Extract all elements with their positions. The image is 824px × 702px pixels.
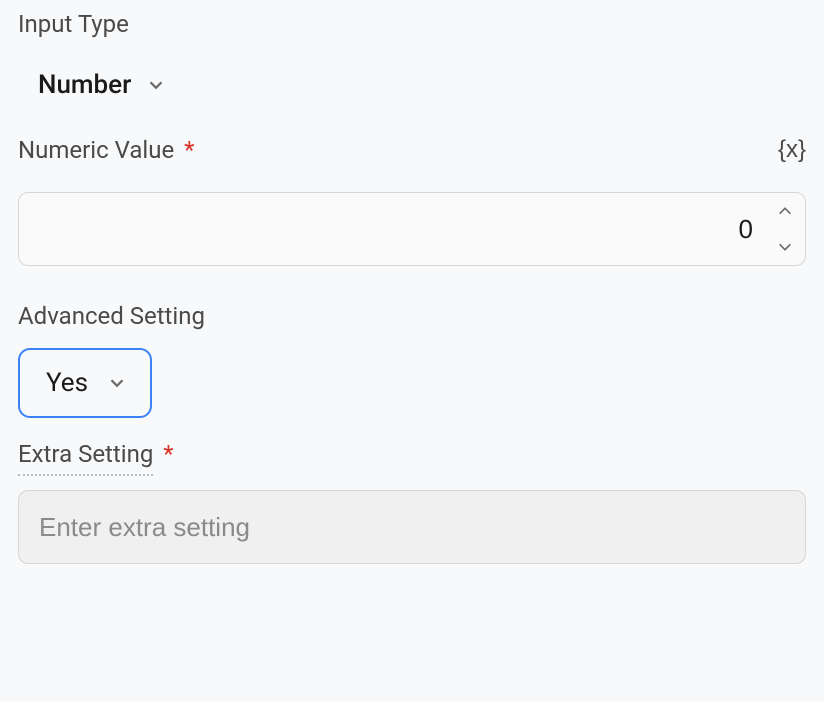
label-extra-setting: Extra Setting [18,440,153,476]
chevron-down-icon [777,241,793,253]
chevron-down-icon [106,372,128,394]
label-numeric-value: Numeric Value [18,136,174,164]
label-row-advanced-setting: Advanced Setting [18,302,806,330]
label-input-type: Input Type [18,10,129,38]
variable-icon[interactable]: {x} [778,136,806,164]
chevron-down-icon [145,74,167,96]
label-row-numeric-value: Numeric Value * {x} [18,136,806,164]
required-indicator: * [184,136,194,164]
select-input-type[interactable]: Number [18,62,171,108]
select-input-type-value: Number [38,70,131,100]
field-extra-setting: Extra Setting * [18,440,806,564]
label-wrap-numeric: Numeric Value * [18,136,195,164]
stepper-up-button[interactable] [764,193,805,229]
numeric-input-wrap [18,192,806,266]
field-numeric-value: Numeric Value * {x} [18,136,806,266]
label-row-extra-setting: Extra Setting * [18,440,806,476]
quantity-stepper [763,193,805,265]
chevron-up-icon [777,205,793,217]
select-advanced-setting-value: Yes [46,368,88,398]
field-advanced-setting: Advanced Setting Yes [18,302,806,418]
label-wrap-extra: Extra Setting * [18,440,174,476]
stepper-down-button[interactable] [764,229,805,265]
field-input-type: Input Type Number [18,10,806,108]
label-row-input-type: Input Type [18,10,806,38]
required-indicator: * [163,440,173,468]
select-advanced-setting[interactable]: Yes [18,348,152,418]
extra-setting-input[interactable] [18,490,806,564]
numeric-value-input[interactable] [19,193,763,265]
label-advanced-setting: Advanced Setting [18,302,205,330]
